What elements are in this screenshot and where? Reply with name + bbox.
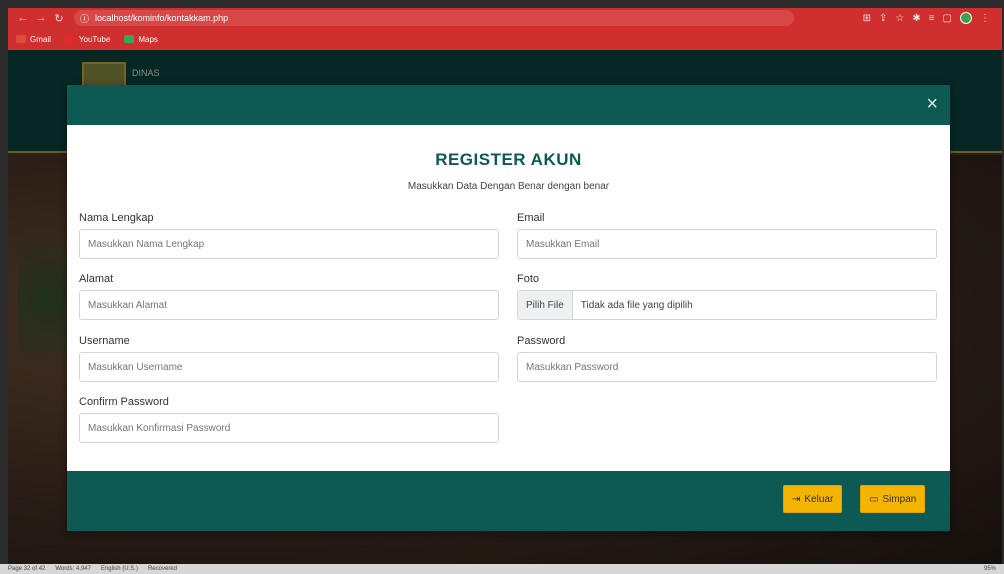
site-info-icon[interactable]: ⓘ (80, 12, 89, 25)
register-modal: × REGISTER AKUN Masukkan Data Dengan Ben… (67, 85, 950, 531)
bookmark-maps[interactable]: Maps (124, 35, 158, 44)
word-count: Words: 4,947 (55, 566, 91, 572)
modal-body: REGISTER AKUN Masukkan Data Dengan Benar… (67, 125, 950, 471)
foto-file-input[interactable]: Pilih File Tidak ada file yang dipilih (517, 290, 937, 320)
nama-input[interactable] (79, 229, 499, 259)
sidebar-icon[interactable]: ▢ (943, 13, 952, 24)
password-label: Password (517, 335, 566, 347)
bookmarks-bar: Gmail YouTube Maps (8, 28, 1002, 50)
email-label: Email (517, 212, 545, 224)
menu-icon[interactable]: ⋮ (980, 13, 990, 24)
file-status-text: Tidak ada file yang dipilih (580, 299, 693, 311)
save-icon: ▭ (869, 493, 879, 505)
forward-icon[interactable]: → (32, 12, 50, 24)
bookmark-label: YouTube (78, 34, 111, 44)
bookmark-label: Maps (138, 34, 158, 44)
reading-list-icon[interactable]: ≡ (929, 13, 935, 24)
modal-title: REGISTER AKUN (435, 150, 582, 169)
foto-label: Foto (517, 273, 540, 285)
toolbar-icons: ⊞ ⇪ ☆ ✱ ≡ ▢ ⋮ (863, 12, 996, 24)
browser-chrome: ← → ↻ ⓘ localhost/kominfo/kontakkam.php … (8, 8, 1002, 50)
gmail-icon (16, 35, 26, 43)
share-icon[interactable]: ⇪ (879, 13, 887, 24)
keluar-label: Keluar (804, 493, 834, 505)
username-label: Username (79, 335, 130, 347)
field-password: Password (517, 335, 937, 382)
back-icon[interactable]: ← (14, 12, 32, 24)
alamat-label: Alamat (79, 273, 114, 285)
username-input[interactable] (79, 352, 499, 382)
status-bar: Page 32 of 42 Words: 4,947 English (U.S.… (0, 564, 1004, 574)
modal-footer: ⇥ Keluar ▭ Simpan (67, 471, 950, 531)
keluar-button[interactable]: ⇥ Keluar (783, 485, 843, 513)
field-email: Email (517, 212, 937, 259)
field-alamat: Alamat (79, 273, 499, 320)
confirm-password-label: Confirm Password (79, 396, 169, 408)
bookmark-gmail[interactable]: Gmail (16, 35, 51, 44)
simpan-label: Simpan (882, 493, 917, 505)
profile-avatar[interactable] (960, 12, 972, 24)
star-icon[interactable]: ☆ (895, 13, 904, 24)
translate-icon[interactable]: ⊞ (863, 13, 871, 24)
bookmark-youtube[interactable]: YouTube (64, 34, 111, 44)
password-input[interactable] (517, 352, 937, 382)
nama-label: Nama Lengkap (79, 212, 154, 224)
field-foto: Foto Pilih File Tidak ada file yang dipi… (517, 273, 937, 320)
page-count: Page 32 of 42 (8, 566, 46, 572)
maps-icon (124, 35, 135, 43)
address-bar[interactable]: ⓘ localhost/kominfo/kontakkam.php (74, 10, 794, 26)
browser-toolbar: ← → ↻ ⓘ localhost/kominfo/kontakkam.php … (8, 8, 1002, 28)
alamat-input[interactable] (79, 290, 499, 320)
simpan-button[interactable]: ▭ Simpan (860, 485, 926, 513)
address-text: localhost/kominfo/kontakkam.php (95, 13, 229, 23)
modal-header: × (67, 85, 950, 125)
youtube-icon (64, 35, 75, 43)
email-input[interactable] (517, 229, 937, 259)
reload-icon[interactable]: ↻ (50, 12, 68, 25)
extension-icon[interactable]: ✱ (912, 13, 920, 24)
field-nama: Nama Lengkap (79, 212, 499, 259)
close-icon[interactable]: × (926, 94, 938, 114)
logout-icon: ⇥ (792, 493, 801, 505)
confirm-password-input[interactable] (79, 413, 499, 443)
field-confirm-password: Confirm Password (79, 396, 499, 443)
language: English (U.S.) (100, 566, 138, 572)
field-username: Username (79, 335, 499, 382)
zoom-level: 95% (983, 566, 996, 572)
bookmark-label: Gmail (30, 34, 51, 44)
doc-state: Recovered (147, 566, 177, 572)
choose-file-button[interactable]: Pilih File (518, 291, 573, 319)
modal-subtitle: Masukkan Data Dengan Benar dengan benar (407, 181, 610, 192)
